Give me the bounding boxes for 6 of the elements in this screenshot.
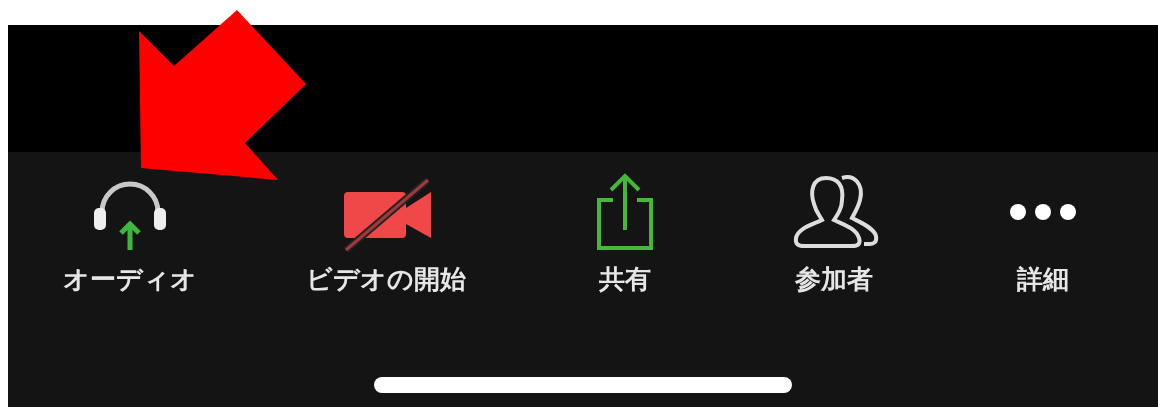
toolbar-button[interactable]: ビデオの開始 xyxy=(305,172,466,297)
toolbar-button[interactable]: オーディオ xyxy=(62,172,197,297)
more-icon xyxy=(1010,204,1077,220)
toolbar-button[interactable]: 詳細 xyxy=(993,172,1094,297)
toolbar-button[interactable]: 共有 xyxy=(574,172,675,297)
toolbar-button[interactable]: 参加者 xyxy=(784,172,885,297)
